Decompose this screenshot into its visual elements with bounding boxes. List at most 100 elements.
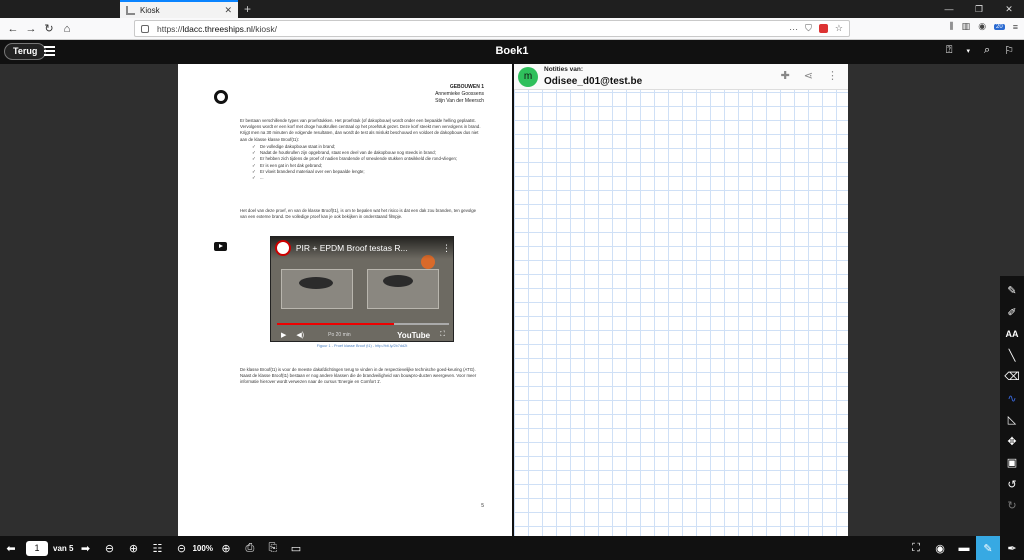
video-title[interactable]: PIR + EPDM Broof testas R... bbox=[296, 243, 442, 253]
eye-icon[interactable]: ◉ bbox=[928, 536, 952, 560]
move-icon[interactable]: ✥ bbox=[1002, 431, 1022, 453]
next-page-icon[interactable]: ➡ bbox=[78, 542, 92, 555]
redo-icon[interactable]: ↻ bbox=[1002, 495, 1022, 517]
pdf-icon[interactable]: ⎘ bbox=[261, 542, 285, 555]
restore-icon[interactable]: ❐ bbox=[964, 0, 994, 18]
volume-icon[interactable]: ◀) bbox=[296, 331, 304, 339]
menu-icon[interactable]: ≡ bbox=[1013, 22, 1018, 32]
more-icon[interactable]: ··· bbox=[789, 24, 798, 34]
notes-panel[interactable]: m Notities van: Odisee_d01@test.be ✚ ⋖ ⋮ bbox=[514, 64, 848, 536]
more-vertical-icon[interactable]: ⋮ bbox=[827, 69, 838, 82]
fullscreen-icon[interactable]: ⛶ bbox=[440, 331, 445, 339]
figure-caption[interactable]: Figuur 1 - Proef klasse Broof (t1) - htt… bbox=[240, 344, 484, 348]
more-vertical-icon[interactable]: ⋮ bbox=[442, 243, 451, 254]
app-header: Terug Boek1 ⍰ ▾ ⌕ ⚐ bbox=[0, 40, 1024, 64]
home-icon[interactable]: ⌂ bbox=[58, 23, 76, 35]
video-smoke-right bbox=[383, 275, 413, 287]
sidebar-icon[interactable]: ▥ bbox=[962, 21, 971, 32]
page-number: 5 bbox=[481, 503, 484, 509]
browser-tabbar: Kiosk ✕ + — ❐ ✕ bbox=[0, 0, 1024, 18]
notes-user: Odisee_d01@test.be bbox=[544, 76, 643, 87]
video-scene-left bbox=[281, 269, 353, 309]
avatar: m bbox=[518, 67, 538, 87]
dropdown-caret-icon[interactable]: ▾ bbox=[966, 47, 970, 55]
paragraph-2: Het doel van deze proef, en van de klass… bbox=[240, 208, 476, 220]
share-icon[interactable]: ⋖ bbox=[804, 69, 813, 82]
notes-actions: ✚ ⋖ ⋮ bbox=[781, 69, 838, 82]
table-of-contents-icon[interactable]: ☷ bbox=[144, 542, 170, 555]
eraser-icon[interactable]: ⌫ bbox=[1002, 366, 1022, 388]
account-icon[interactable]: ◉ bbox=[978, 21, 986, 32]
add-icon[interactable]: ✚ bbox=[781, 69, 790, 82]
next-chapter-icon[interactable]: ⊕ bbox=[122, 542, 144, 555]
channel-logo-icon[interactable] bbox=[275, 240, 291, 256]
star-icon[interactable]: ☆ bbox=[835, 23, 843, 34]
video-progress[interactable] bbox=[277, 323, 449, 325]
url-bar[interactable]: https://ldacc.threeships.nl/kiosk/ ··· ⛉… bbox=[134, 20, 850, 37]
paragraph-1: Er bestaan verschillende types van proef… bbox=[240, 118, 481, 142]
youtube-marker-icon[interactable] bbox=[214, 242, 227, 251]
bottom-bar-right: ⛶ ◉ ▬ ✎ ✒ bbox=[904, 536, 1024, 560]
paragraph-3: De klasse Broof(t1) is voor de meeste da… bbox=[240, 367, 477, 385]
video-smoke-left bbox=[299, 277, 333, 289]
forward-arrow-icon[interactable]: → bbox=[22, 23, 40, 35]
bottom-bar: ⬅ van 5 ➡ ⊖ ⊕ ☷ ⊝ 100% ⊕ ⎙ ⎘ ▭ ⛶ ◉ ▬ ✎ ✒ bbox=[0, 536, 1024, 560]
undo-icon[interactable]: ↺ bbox=[1002, 474, 1022, 496]
extension-badge[interactable]: 20 bbox=[994, 23, 1005, 30]
author-2: Stijn Van der Meersch bbox=[435, 98, 484, 104]
bookmark-icon[interactable]: ⚐ bbox=[1004, 44, 1014, 57]
window-controls: — ❐ ✕ bbox=[934, 0, 1024, 18]
chart-icon bbox=[126, 5, 135, 15]
extension-icon[interactable] bbox=[818, 24, 828, 33]
browser-tab[interactable]: Kiosk ✕ bbox=[120, 0, 238, 18]
pen-icon[interactable]: ✒ bbox=[1000, 536, 1024, 560]
help-icon[interactable]: ⍰ bbox=[946, 44, 953, 57]
text-tool-icon[interactable]: AA bbox=[1002, 323, 1022, 345]
minimize-icon[interactable]: — bbox=[934, 0, 964, 18]
notes-label: Notities van: bbox=[544, 66, 584, 73]
close-tab-icon[interactable]: ✕ bbox=[224, 5, 232, 16]
video-title-bar: PIR + EPDM Broof testas R... ⋮ bbox=[271, 237, 453, 259]
zoom-out-icon[interactable]: ⊝ bbox=[170, 542, 192, 555]
highlighter-icon[interactable]: ✐ bbox=[1002, 302, 1022, 324]
zoom-level: 100% bbox=[192, 543, 213, 553]
header-actions: ⍰ ▾ ⌕ ⚐ bbox=[946, 44, 1014, 57]
pocket-icon[interactable]: ⛉ bbox=[805, 23, 812, 34]
zoom-in-icon[interactable]: ⊕ bbox=[213, 542, 239, 555]
image-icon[interactable]: ▣ bbox=[1002, 452, 1022, 474]
shield-icon bbox=[141, 24, 149, 33]
tab-title: Kiosk bbox=[140, 5, 160, 15]
url-prefix: https:// bbox=[157, 23, 183, 34]
course-title: GEBOUWEN 1 bbox=[449, 84, 484, 90]
youtube-logo[interactable]: YouTube bbox=[397, 331, 430, 340]
window-close-icon[interactable]: ✕ bbox=[994, 0, 1024, 18]
browser-toolbar-right: ⫼ ▥ ◉ 20 ≡ bbox=[950, 21, 1018, 32]
video-progress-fill bbox=[277, 323, 394, 325]
new-tab-icon[interactable]: + bbox=[244, 2, 251, 16]
video-player[interactable]: PIR + EPDM Broof testas R... ⋮ ▶ ◀) Po 2… bbox=[270, 236, 454, 342]
document-page: GEBOUWEN 1 Annemieke Goossens Stijn Van … bbox=[178, 64, 512, 536]
pencil-icon[interactable]: ✎ bbox=[1002, 280, 1022, 302]
back-arrow-icon[interactable]: ← bbox=[4, 23, 22, 35]
screen-mode-icon[interactable]: ▭ bbox=[285, 542, 307, 555]
print-icon[interactable]: ⎙ bbox=[239, 542, 261, 555]
author-1: Annemieke Goossens bbox=[435, 91, 484, 97]
url-domain: ldacc.threeships.nl bbox=[182, 23, 253, 34]
play-icon[interactable]: ▶ bbox=[281, 331, 286, 339]
document-header: GEBOUWEN 1 Annemieke Goossens Stijn Van … bbox=[435, 84, 484, 105]
fit-page-icon[interactable]: ⛶ bbox=[904, 536, 928, 560]
circle-marker-icon[interactable] bbox=[214, 90, 228, 104]
page-total: van 5 bbox=[53, 543, 74, 553]
reload-icon[interactable]: ↻ bbox=[40, 22, 58, 35]
freehand-icon[interactable]: ∿ bbox=[1002, 388, 1022, 410]
previous-chapter-icon[interactable]: ⊖ bbox=[96, 542, 122, 555]
line-tool-icon[interactable]: ╲ bbox=[1002, 345, 1022, 367]
folder-icon[interactable]: ▬ bbox=[952, 536, 976, 560]
triangle-ruler-icon[interactable]: ◺ bbox=[1002, 409, 1022, 431]
video-time: Po 20 min bbox=[328, 332, 351, 338]
page-input[interactable] bbox=[26, 540, 48, 556]
previous-page-icon[interactable]: ⬅ bbox=[0, 542, 22, 555]
edit-notes-icon[interactable]: ✎ bbox=[976, 536, 1000, 560]
search-icon[interactable]: ⌕ bbox=[984, 44, 990, 57]
library-icon[interactable]: ⫼ bbox=[950, 21, 954, 32]
